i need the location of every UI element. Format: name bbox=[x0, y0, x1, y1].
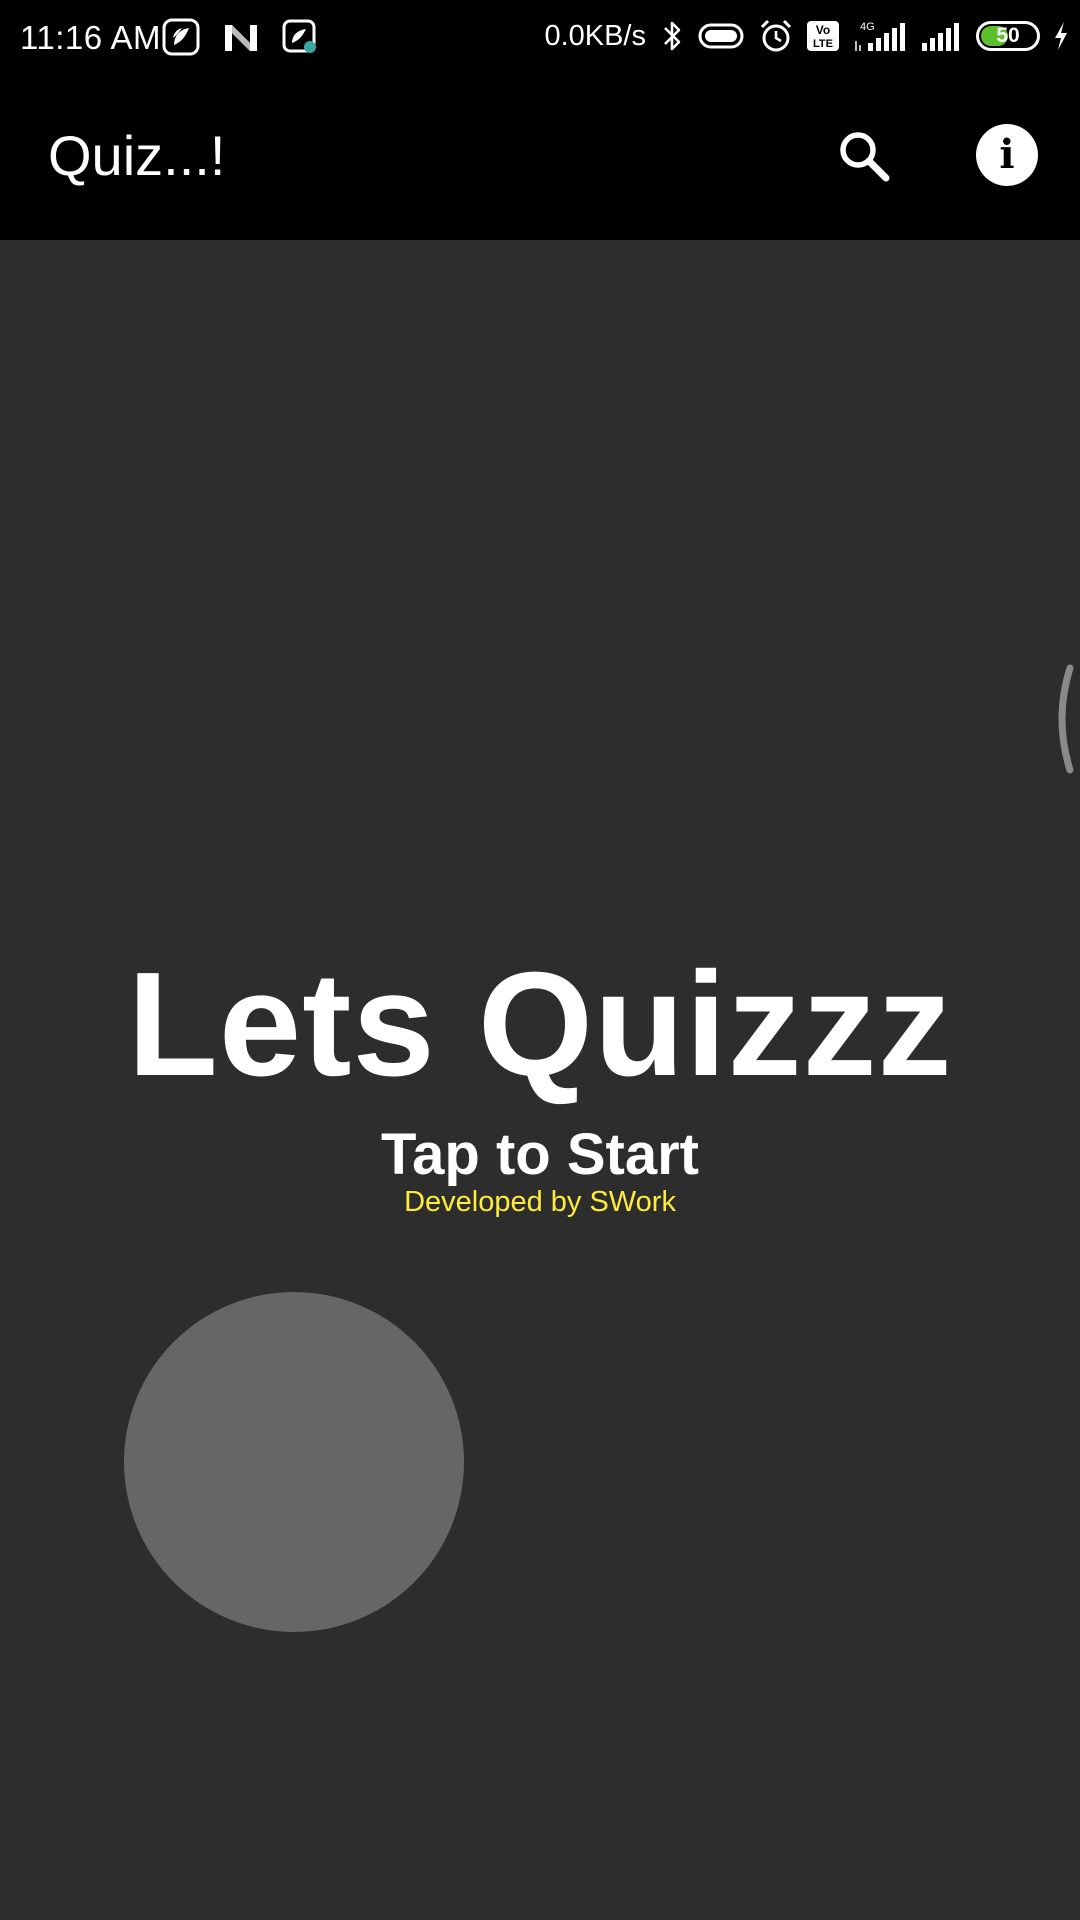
network-type-label: 4G bbox=[860, 21, 875, 33]
decorative-circle bbox=[124, 1292, 464, 1632]
info-icon: i bbox=[999, 131, 1015, 178]
screen: 11:16 AM 0.0KB/s Vo LTE 4G 50 Quiz...! i… bbox=[0, 0, 1080, 1920]
volte-label-top: Vo bbox=[816, 23, 830, 37]
status-left-icons bbox=[162, 18, 318, 56]
bluetooth-icon bbox=[662, 19, 684, 53]
app-title: Quiz...! bbox=[48, 124, 226, 187]
alarm-icon bbox=[758, 18, 794, 54]
status-time: 11:16 AM bbox=[20, 19, 161, 56]
search-button[interactable] bbox=[832, 124, 896, 188]
battery-level-text: 50 bbox=[996, 24, 1020, 47]
signal-4g-icon: 4G bbox=[852, 19, 908, 53]
battery-icon: 50 bbox=[976, 21, 1040, 51]
tap-to-start-prompt: Tap to Start bbox=[381, 1122, 699, 1187]
edge-handle-icon bbox=[1058, 664, 1074, 774]
app-bar: Quiz...! i bbox=[0, 76, 1080, 240]
signal-icon bbox=[920, 19, 964, 53]
charging-icon bbox=[1052, 20, 1070, 52]
volte-icon: Vo LTE bbox=[806, 20, 840, 52]
n-app-icon bbox=[222, 21, 260, 53]
info-button[interactable]: i bbox=[976, 124, 1038, 186]
vibrate-icon bbox=[696, 20, 746, 52]
edge-gesture-handle[interactable] bbox=[1048, 664, 1080, 774]
headline: Lets Quizzz bbox=[127, 942, 953, 1107]
developer-credit: Developed by SWork bbox=[404, 1186, 676, 1218]
volte-label-bottom: LTE bbox=[813, 38, 833, 50]
status-bar: 11:16 AM 0.0KB/s Vo LTE 4G 50 bbox=[0, 0, 1080, 76]
search-icon bbox=[840, 132, 890, 182]
tap-to-start-area[interactable]: Lets Quizzz Tap to Start Developed by SW… bbox=[0, 240, 1080, 1920]
saavn-icon bbox=[162, 18, 200, 56]
status-right-icons: 0.0KB/s Vo LTE 4G 50 bbox=[544, 16, 1070, 56]
network-speed: 0.0KB/s bbox=[544, 20, 646, 52]
saavn-download-icon bbox=[282, 19, 318, 55]
